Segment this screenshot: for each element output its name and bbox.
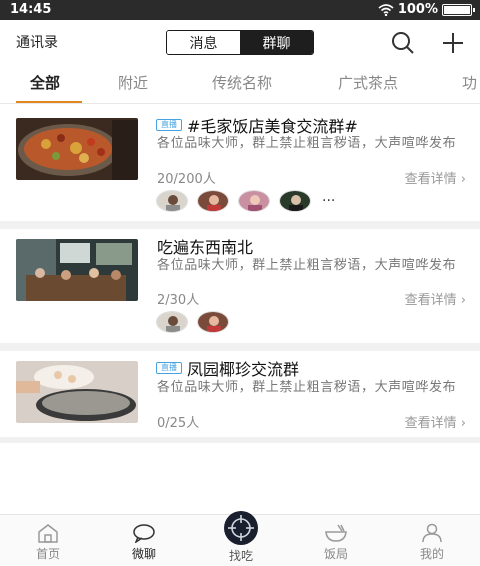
- status-bar: 14:45 100%: [0, 0, 480, 20]
- avatar[interactable]: [238, 190, 270, 212]
- crosshair-icon[interactable]: [218, 511, 264, 545]
- avatar[interactable]: [279, 190, 311, 212]
- view-details-link[interactable]: 查看详情 ›: [405, 289, 466, 308]
- nav-chat-label: 微聊: [131, 547, 156, 561]
- group-title: 凤园椰珍交流群: [187, 360, 300, 379]
- nav-dinner-party-label: 饭局: [323, 547, 348, 561]
- nav-dinner-party[interactable]: 饭局: [306, 523, 366, 562]
- tab-nearby[interactable]: 附近: [118, 72, 148, 93]
- status-time: 14:45: [10, 2, 52, 17]
- nav-profile-label: 我的: [419, 547, 444, 561]
- view-details-label: 查看详情: [404, 416, 457, 431]
- nav-home[interactable]: 首页: [18, 523, 78, 562]
- member-avatars: [156, 311, 229, 333]
- card-separator: [0, 221, 480, 229]
- battery-fill: [444, 5, 470, 14]
- top-nav: 通讯录 消息 群聊: [0, 20, 480, 64]
- tab-overflow[interactable]: 功: [462, 72, 477, 93]
- chevron-right-icon: ›: [460, 293, 466, 308]
- card-separator: [0, 437, 480, 443]
- chevron-right-icon: ›: [460, 172, 466, 187]
- view-details-link[interactable]: 查看详情 ›: [405, 412, 466, 431]
- group-card[interactable]: 直播 凤园椰珍交流群 各位品味大师，群上禁止粗言秽语，大声喧哗发布 0/25人 …: [0, 351, 480, 437]
- group-thumbnail: [16, 118, 138, 180]
- search-icon[interactable]: [390, 30, 416, 56]
- home-icon: [38, 524, 58, 543]
- bowl-icon: [325, 524, 347, 542]
- live-badge: 直播: [156, 362, 182, 374]
- status-icons: 100%: [378, 2, 475, 17]
- live-badge: 直播: [156, 119, 182, 131]
- avatar[interactable]: [197, 190, 229, 212]
- message-group-toggle: 消息 群聊: [166, 30, 314, 55]
- avatar[interactable]: [156, 190, 188, 212]
- contacts-link[interactable]: 通讯录: [16, 32, 58, 52]
- tab-traditional[interactable]: 传统名称: [212, 72, 272, 93]
- more-members-indicator: ···: [322, 193, 336, 209]
- member-count: 20/200人: [157, 172, 216, 187]
- view-details-link[interactable]: 查看详情 ›: [405, 168, 466, 187]
- member-avatars: ···: [156, 190, 335, 212]
- card-separator: [0, 343, 480, 351]
- avatar[interactable]: [197, 311, 229, 333]
- group-description: 各位品味大师，群上禁止粗言秽语，大声喧哗发布: [157, 380, 457, 395]
- group-description: 各位品味大师，群上禁止粗言秽语，大声喧哗发布: [157, 258, 457, 273]
- nav-chat[interactable]: 微聊: [114, 523, 174, 562]
- nav-find-food-label[interactable]: 找吃: [211, 547, 271, 564]
- person-icon: [422, 523, 442, 543]
- avatar[interactable]: [156, 311, 188, 333]
- view-details-label: 查看详情: [404, 172, 457, 187]
- battery-percent: 100%: [397, 2, 438, 17]
- bottom-tab-bar: 首页 微聊 找吃 饭局 我的: [0, 511, 480, 566]
- member-count: 0/25人: [157, 416, 200, 431]
- battery-icon: [442, 3, 475, 16]
- chat-bubble-icon: [133, 524, 155, 543]
- member-count: 2/30人: [157, 293, 200, 308]
- group-title: #毛家饭店美食交流群#: [187, 117, 358, 136]
- tab-all[interactable]: 全部: [30, 72, 60, 93]
- segment-messages[interactable]: 消息: [167, 31, 240, 54]
- view-details-label: 查看详情: [404, 293, 457, 308]
- group-thumbnail: [16, 239, 138, 301]
- wifi-icon: [378, 3, 394, 16]
- group-description: 各位品味大师，群上禁止粗言秽语，大声喧哗发布: [157, 136, 457, 151]
- active-tab-indicator: [16, 101, 82, 103]
- group-title: 吃遍东西南北: [157, 238, 254, 257]
- nav-home-label: 首页: [35, 547, 60, 561]
- category-tabs: 全部 附近 传统名称 广式茶点 功: [0, 64, 480, 104]
- group-thumbnail: [16, 361, 138, 423]
- chevron-right-icon: ›: [460, 416, 466, 431]
- group-card[interactable]: 直播 #毛家饭店美食交流群# 各位品味大师，群上禁止粗言秽语，大声喧哗发布 20…: [0, 105, 480, 221]
- plus-icon[interactable]: [440, 30, 466, 56]
- segment-group-chat[interactable]: 群聊: [240, 31, 313, 54]
- group-card[interactable]: 吃遍东西南北 各位品味大师，群上禁止粗言秽语，大声喧哗发布 2/30人 查看详情…: [0, 229, 480, 343]
- nav-profile[interactable]: 我的: [402, 523, 462, 562]
- tab-cantonese-dimsum[interactable]: 广式茶点: [338, 72, 398, 93]
